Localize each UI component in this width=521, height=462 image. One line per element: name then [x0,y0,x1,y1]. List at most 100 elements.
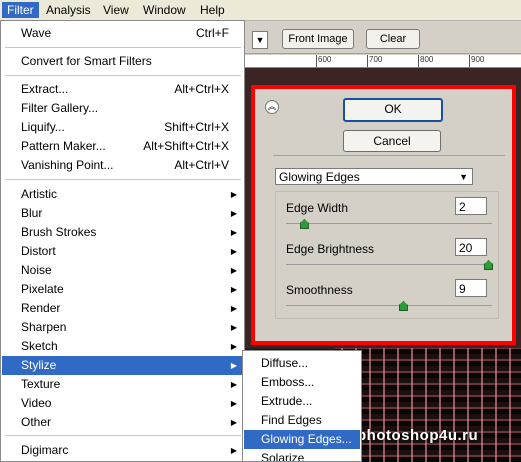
submenu-arrow-icon: ▶ [230,380,237,389]
menu-item-render[interactable]: Render ▶ [2,299,243,318]
submenu-arrow-icon: ▶ [230,304,237,313]
menu-item-label: Digimarc [21,443,69,457]
horizontal-ruler: 600 700 800 900 [245,55,521,68]
submenu-item-label: Diffuse... [261,356,309,370]
edge-brightness-slider-track[interactable] [286,264,492,265]
submenu-item-label: Solarize [261,451,305,461]
menu-separator [5,47,241,48]
menu-item-label: Pattern Maker... [21,139,106,153]
menu-item-label: Noise [21,263,52,277]
filter-select[interactable]: Glowing Edges ▼ [275,168,473,185]
menu-item-label: Wave [21,26,52,40]
submenu-arrow-icon: ▶ [230,342,237,351]
divider [273,155,505,156]
menu-item-label: Blur [21,206,43,220]
menu-item-blur[interactable]: Blur ▶ [2,204,243,223]
submenu-arrow-icon: ▶ [230,190,237,199]
menu-item-shortcut: Shift+Ctrl+X [164,120,229,134]
stylize-submenu: Diffuse... Emboss... Extrude... Find Edg… [242,350,362,462]
menu-item-sketch[interactable]: Sketch ▶ [2,337,243,356]
options-dropdown[interactable]: ▼ [252,31,268,49]
filter-menu: Wave Ctrl+F Convert for Smart Filters Ext… [0,20,245,462]
menu-item-shortcut: Alt+Shift+Ctrl+X [143,139,229,153]
submenu-arrow-icon: ▶ [230,209,237,218]
menu-item-label: Convert for Smart Filters [21,54,152,68]
menu-item-distort[interactable]: Distort ▶ [2,242,243,261]
menu-item-liquify[interactable]: Liquify... Shift+Ctrl+X [2,118,243,137]
submenu-item-find-edges[interactable]: Find Edges [244,411,360,430]
menu-item-texture[interactable]: Texture ▶ [2,375,243,394]
menu-item-video[interactable]: Video ▶ [2,394,243,413]
submenu-item-label: Emboss... [261,375,315,389]
menu-separator [5,75,241,76]
menu-item-filter-gallery[interactable]: Filter Gallery... [2,99,243,118]
front-image-button[interactable]: Front Image [282,29,354,49]
ok-button[interactable]: OK [343,98,443,122]
submenu-arrow-icon: ▶ [230,446,237,455]
ruler-tick: 900 [468,55,485,67]
menu-item-brush-strokes[interactable]: Brush Strokes ▶ [2,223,243,242]
ruler-tick: 700 [366,55,383,67]
edge-width-slider-track[interactable] [286,223,492,224]
menu-view[interactable]: View [98,2,134,18]
collapse-up-icon[interactable]: ︽ [265,100,279,114]
menu-item-stylize[interactable]: Stylize ▶ [2,356,243,375]
submenu-item-emboss[interactable]: Emboss... [244,373,360,392]
menu-item-extract[interactable]: Extract... Alt+Ctrl+X [2,80,243,99]
glowing-edges-dialog: ︽ OK Cancel Glowing Edges ▼ Edge Width 2… [251,85,516,345]
menu-item-artistic[interactable]: Artistic ▶ [2,185,243,204]
menu-item-convert-smart-filters[interactable]: Convert for Smart Filters [2,52,243,71]
menu-item-label: Brush Strokes [21,225,97,239]
menu-item-label: Video [21,396,52,410]
submenu-arrow-icon: ▶ [230,399,237,408]
submenu-arrow-icon: ▶ [230,247,237,256]
menu-item-pixelate[interactable]: Pixelate ▶ [2,280,243,299]
menu-item-digimarc[interactable]: Digimarc ▶ [2,441,243,460]
edge-brightness-input[interactable]: 20 [455,238,487,256]
menu-item-label: Filter Gallery... [21,101,99,115]
menu-separator [5,435,241,436]
menu-item-wave[interactable]: Wave Ctrl+F [2,24,243,43]
menu-item-label: Texture [21,377,61,391]
cancel-button[interactable]: Cancel [343,130,441,152]
menu-item-label: Extract... [21,82,69,96]
submenu-item-label: Find Edges [261,413,322,427]
smoothness-input[interactable]: 9 [455,279,487,297]
submenu-arrow-icon: ▶ [230,323,237,332]
submenu-item-diffuse[interactable]: Diffuse... [244,354,360,373]
menu-analysis[interactable]: Analysis [41,2,96,18]
smoothness-label: Smoothness [286,283,353,297]
menu-item-label: Vanishing Point... [21,158,114,172]
dropdown-arrow-icon: ▼ [255,35,265,45]
menu-item-shortcut: Alt+Ctrl+X [174,82,229,96]
menu-filter[interactable]: Filter [2,2,39,18]
menu-item-label: Distort [21,244,56,258]
smoothness-slider-track[interactable] [286,305,492,306]
menu-help[interactable]: Help [195,2,230,18]
submenu-item-label: Glowing Edges... [261,432,352,446]
submenu-arrow-icon: ▶ [230,361,237,370]
submenu-arrow-icon: ▶ [230,228,237,237]
menu-item-vanishing-point[interactable]: Vanishing Point... Alt+Ctrl+V [2,156,243,175]
menu-item-other[interactable]: Other ▶ [2,413,243,432]
menu-item-noise[interactable]: Noise ▶ [2,261,243,280]
ruler-tick: 600 [315,55,332,67]
submenu-item-solarize[interactable]: Solarize [244,449,360,461]
menu-item-label: Liquify... [21,120,65,134]
submenu-item-extrude[interactable]: Extrude... [244,392,360,411]
submenu-arrow-icon: ▶ [230,266,237,275]
edge-width-input[interactable]: 2 [455,197,487,215]
edge-width-label: Edge Width [286,201,349,215]
menu-item-sharpen[interactable]: Sharpen ▶ [2,318,243,337]
menu-item-shortcut: Ctrl+F [196,26,229,40]
menu-item-label: Other [21,415,52,429]
submenu-arrow-icon: ▶ [230,418,237,427]
menu-item-label: Render [21,301,61,315]
menu-item-pattern-maker[interactable]: Pattern Maker... Alt+Shift+Ctrl+X [2,137,243,156]
menu-item-shortcut: Alt+Ctrl+V [174,158,229,172]
menu-item-label: Pixelate [21,282,64,296]
clear-button[interactable]: Clear [366,29,420,49]
menu-separator [5,179,241,180]
submenu-item-glowing-edges[interactable]: Glowing Edges... [244,430,360,449]
menu-window[interactable]: Window [138,2,191,18]
